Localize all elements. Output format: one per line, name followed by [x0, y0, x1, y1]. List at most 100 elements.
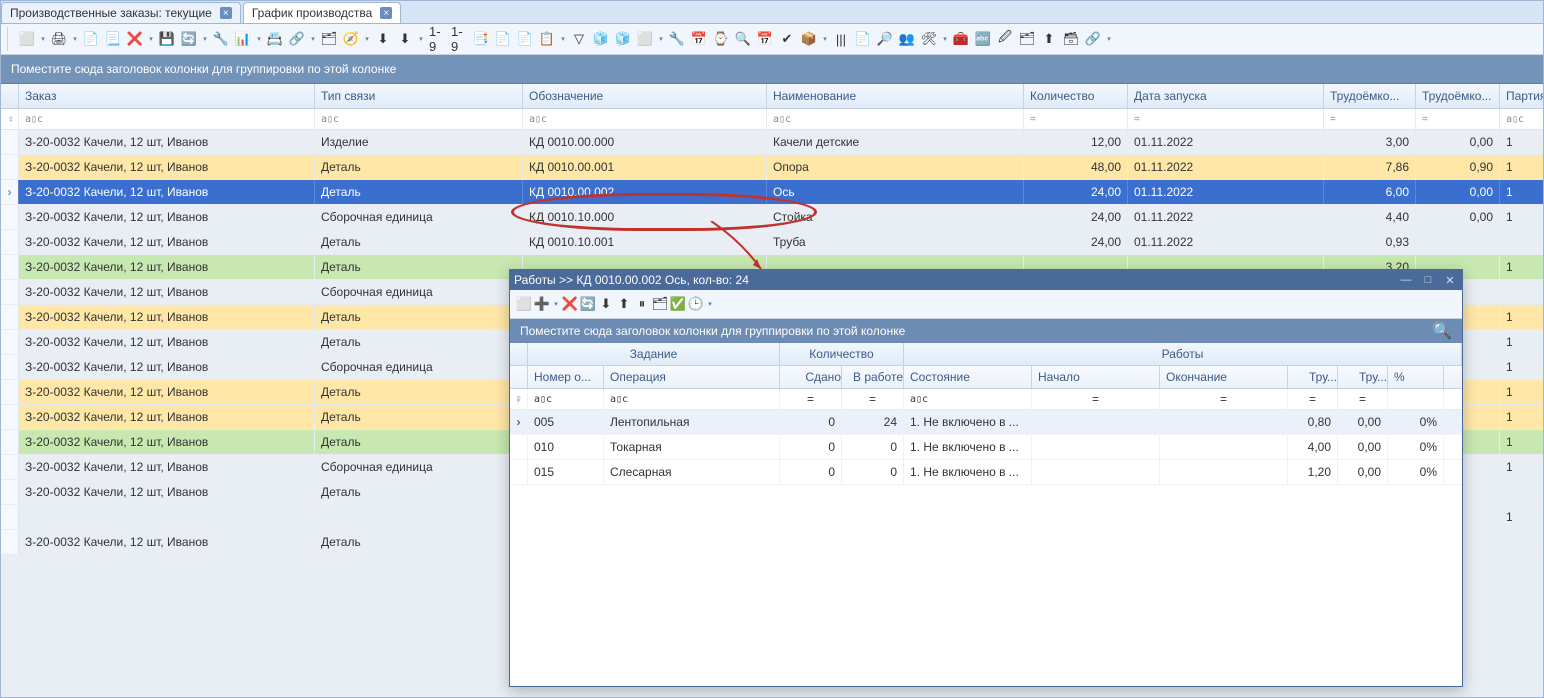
toolbar-dropdown[interactable]: ▾	[201, 29, 209, 49]
filter-name[interactable]: a▯c	[767, 109, 1024, 129]
toolbar-button-27[interactable]: ⌚	[711, 29, 731, 49]
filter-date[interactable]: =	[1128, 109, 1324, 129]
toolbar-button-19[interactable]: 📄	[515, 29, 535, 49]
col-str2[interactable]: Тру...	[1338, 366, 1388, 388]
toolbar-button-18[interactable]: 📄	[493, 29, 513, 49]
works-toolbar-button-5[interactable]: ⬆	[616, 296, 632, 312]
works-toolbar-button-2[interactable]: ❌	[562, 296, 578, 312]
sfilter-pct[interactable]	[1388, 389, 1444, 409]
sfilter-tr1[interactable]: =	[1288, 389, 1338, 409]
works-popup-title[interactable]: Работы >> КД 0010.00.002 Ось, кол-во: 24…	[510, 270, 1462, 290]
col-name[interactable]: Наименование	[767, 84, 1024, 108]
col-state[interactable]: Состояние	[904, 366, 1032, 388]
filter-order[interactable]: a▯c	[19, 109, 315, 129]
toolbar-button-15[interactable]: 1-9	[427, 29, 447, 49]
filter-tr1[interactable]: =	[1324, 109, 1416, 129]
toolbar-button-3[interactable]: 📃	[103, 29, 123, 49]
filter-party[interactable]: a▯c	[1500, 109, 1544, 129]
col-op[interactable]: Операция	[604, 366, 780, 388]
toolbar-dropdown[interactable]: ▾	[417, 29, 425, 49]
toolbar-button-10[interactable]: 🔗	[287, 29, 307, 49]
toolbar-button-0[interactable]: ⬜	[17, 29, 37, 49]
toolbar-dropdown[interactable]: ▾	[1105, 29, 1113, 49]
toolbar-dropdown[interactable]: ▾	[657, 29, 665, 49]
toolbar-button-8[interactable]: 📊	[233, 29, 253, 49]
sfilter-op[interactable]: a▯c	[604, 389, 780, 409]
col-tr2[interactable]: Трудоёмко...	[1416, 84, 1500, 108]
toolbar-button-21[interactable]: ▽	[569, 29, 589, 49]
toolbar-dropdown[interactable]: ▾	[71, 29, 79, 49]
toolbar-button-40[interactable]: 🗂	[1017, 29, 1037, 49]
filter-qty[interactable]: =	[1024, 109, 1128, 129]
toolbar-button-37[interactable]: 🧰	[951, 29, 971, 49]
band-works[interactable]: Работы	[904, 343, 1462, 365]
tab-close-icon[interactable]: ×	[380, 7, 392, 19]
toolbar-button-20[interactable]: 📋	[537, 29, 557, 49]
works-row[interactable]: 010Токарная001. Не включено в ...4,000,0…	[510, 435, 1462, 460]
toolbar-dropdown[interactable]: ▾	[309, 29, 317, 49]
sfilter-tr2[interactable]: =	[1338, 389, 1388, 409]
tab-1[interactable]: График производства×	[243, 2, 401, 23]
toolbar-button-14[interactable]: ⬇	[395, 29, 415, 49]
works-toolbar-button-9[interactable]: 🕒	[688, 296, 704, 312]
band-task[interactable]: Задание	[528, 343, 780, 365]
works-toolbar-button-1[interactable]: ➕	[534, 296, 550, 312]
filter-code[interactable]: a▯c	[523, 109, 767, 129]
table-row[interactable]: З-20-0032 Качели, 12 шт, ИвановДетальКД …	[1, 230, 1543, 255]
toolbar-button-42[interactable]: 🗃	[1061, 29, 1081, 49]
works-toolbar-dropdown[interactable]: ▾	[706, 294, 714, 314]
table-row[interactable]: З-20-0032 Качели, 12 шт, ИвановДетальКД …	[1, 155, 1543, 180]
col-inwork[interactable]: В работе	[842, 366, 904, 388]
toolbar-button-29[interactable]: 📅	[755, 29, 775, 49]
sfilter-start[interactable]: =	[1032, 389, 1160, 409]
col-order[interactable]: Заказ	[19, 84, 315, 108]
tab-close-icon[interactable]: ×	[220, 7, 232, 19]
toolbar-dropdown[interactable]: ▾	[941, 29, 949, 49]
toolbar-dropdown[interactable]: ▾	[147, 29, 155, 49]
toolbar-button-9[interactable]: 📇	[265, 29, 285, 49]
toolbar-button-2[interactable]: 📄	[81, 29, 101, 49]
works-toolbar-button-7[interactable]: 🗂	[652, 296, 668, 312]
sfilter-end[interactable]: =	[1160, 389, 1288, 409]
sfilter-state[interactable]: a▯c	[904, 389, 1032, 409]
table-row[interactable]: ›З-20-0032 Качели, 12 шт, ИвановДетальКД…	[1, 180, 1543, 205]
works-row[interactable]: 015Слесарная001. Не включено в ...1,200,…	[510, 460, 1462, 485]
toolbar-button-13[interactable]: ⬇	[373, 29, 393, 49]
col-date[interactable]: Дата запуска	[1128, 84, 1324, 108]
table-row[interactable]: З-20-0032 Качели, 12 шт, ИвановСборочная…	[1, 205, 1543, 230]
toolbar-button-25[interactable]: 🔧	[667, 29, 687, 49]
group-panel[interactable]: Поместите сюда заголовок колонки для гру…	[1, 55, 1543, 84]
toolbar-button-12[interactable]: 🧭	[341, 29, 361, 49]
filter-type[interactable]: a▯c	[315, 109, 523, 129]
works-toolbar-button-6[interactable]: ⏸	[634, 296, 650, 312]
filter-tr2[interactable]: =	[1416, 109, 1500, 129]
toolbar-button-35[interactable]: 👥	[897, 29, 917, 49]
toolbar-button-7[interactable]: 🔧	[211, 29, 231, 49]
col-type[interactable]: Тип связи	[315, 84, 523, 108]
toolbar-button-22[interactable]: 🧊	[591, 29, 611, 49]
col-qty[interactable]: Количество	[1024, 84, 1128, 108]
search-icon[interactable]: 🔍	[1432, 321, 1452, 341]
col-start[interactable]: Начало	[1032, 366, 1160, 388]
toolbar-dropdown[interactable]: ▾	[821, 29, 829, 49]
col-tr1[interactable]: Трудоёмко...	[1324, 84, 1416, 108]
works-toolbar-button-0[interactable]: ⬜	[516, 296, 532, 312]
toolbar-button-11[interactable]: 🗂	[319, 29, 339, 49]
minimize-button[interactable]: —	[1398, 273, 1414, 287]
works-toolbar-button-4[interactable]: ⬇	[598, 296, 614, 312]
toolbar-button-24[interactable]: ⬜	[635, 29, 655, 49]
toolbar-button-26[interactable]: 📅	[689, 29, 709, 49]
toolbar-dropdown[interactable]: ▾	[255, 29, 263, 49]
close-button[interactable]: ✕	[1442, 273, 1458, 287]
toolbar-button-4[interactable]: ❌	[125, 29, 145, 49]
toolbar-button-38[interactable]: 🔤	[973, 29, 993, 49]
toolbar-button-43[interactable]: 🔗	[1083, 29, 1103, 49]
toolbar-button-6[interactable]: 🔄	[179, 29, 199, 49]
sfilter-ind[interactable]: ♀	[510, 389, 528, 409]
band-qty[interactable]: Количество	[780, 343, 904, 365]
toolbar-button-1[interactable]: 🖨	[49, 29, 69, 49]
toolbar-button-41[interactable]: ⬆	[1039, 29, 1059, 49]
col-sdano[interactable]: Сдано	[780, 366, 842, 388]
toolbar-button-28[interactable]: 🔍	[733, 29, 753, 49]
col-party[interactable]: Партия	[1500, 84, 1544, 108]
